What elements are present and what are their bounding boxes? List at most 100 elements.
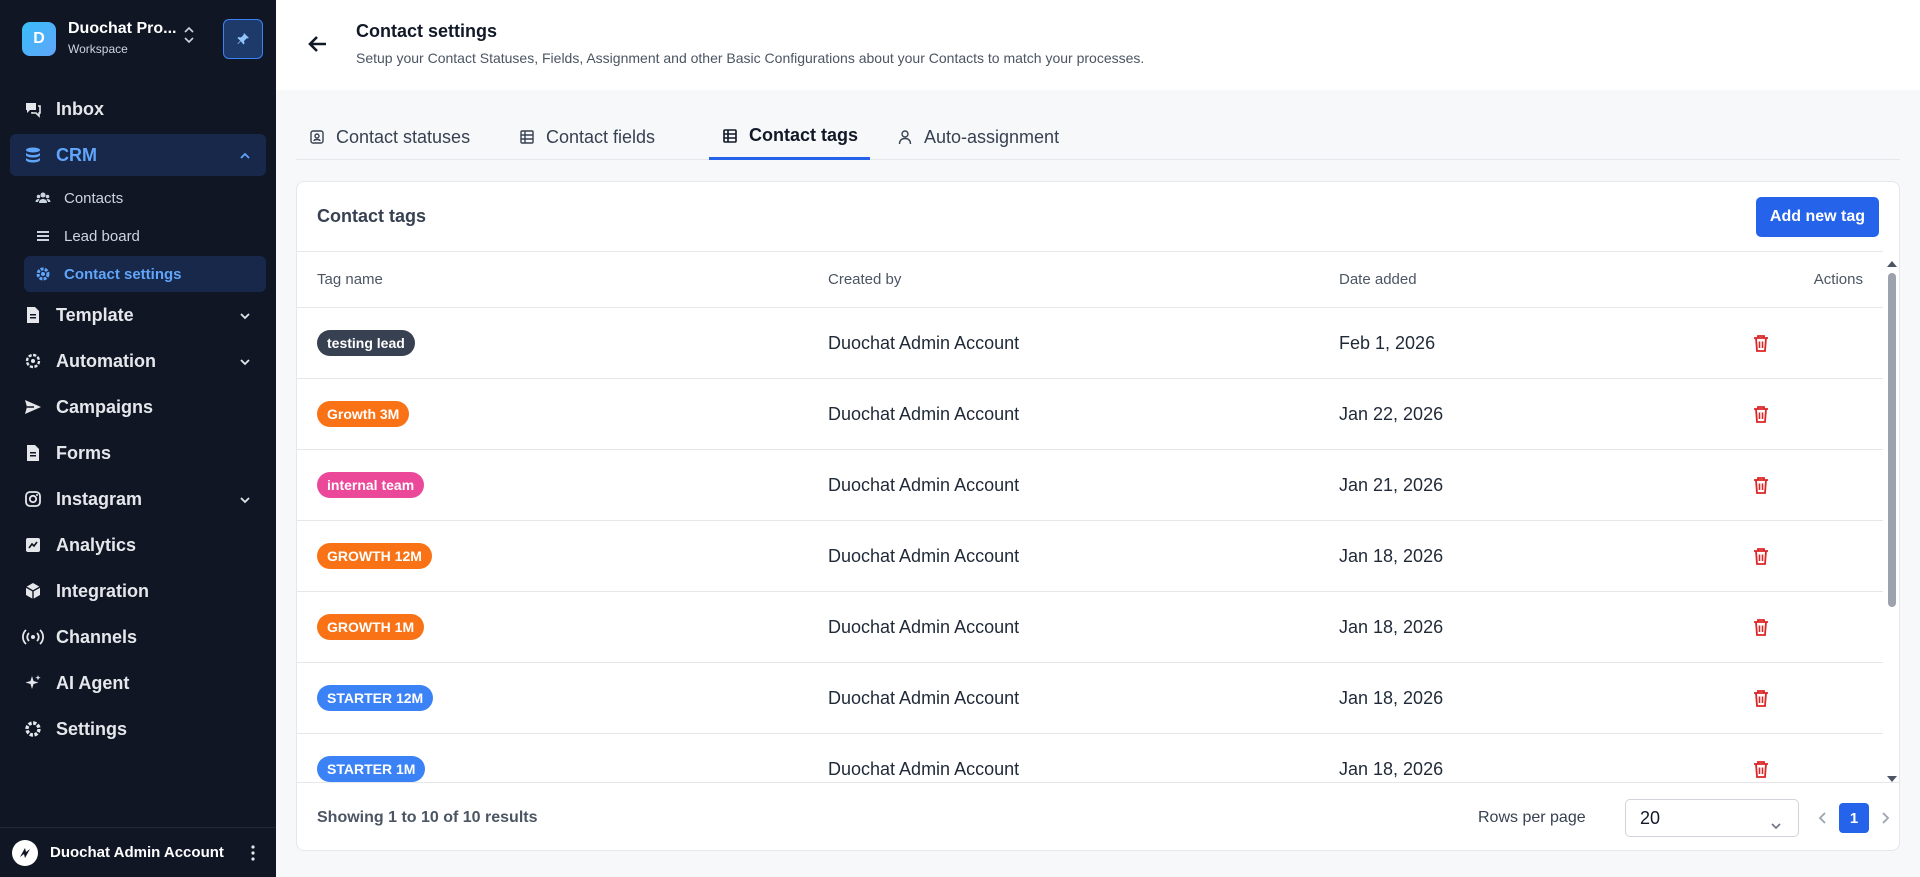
sidebar-item-crm[interactable]: CRM [10,134,266,176]
sidebar-item-inbox[interactable]: Inbox [10,88,266,130]
sidebar-item-label: Template [56,304,134,325]
gear-icon [34,265,52,283]
trash-icon [1754,690,1768,707]
table-scrollbar[interactable] [1885,251,1899,782]
next-page-chevron-icon[interactable] [1877,809,1893,827]
delete-tag-button[interactable] [1749,402,1773,426]
date-added-cell: Jan 18, 2026 [1339,687,1444,708]
actions-cell [1739,544,1883,568]
tab-auto-assignment[interactable]: Auto-assignment [884,114,1071,160]
scrollbar-thumb[interactable] [1888,273,1896,607]
add-new-tag-button[interactable]: Add new tag [1755,197,1879,237]
actions-cell [1739,331,1883,355]
sidebar-item-analytics[interactable]: Analytics [10,524,266,566]
tab-label: Contact tags [749,125,859,145]
tab-contact-fields[interactable]: Contact fields [506,114,667,160]
results-count: Showing 1 to 10 of 10 results [317,809,538,826]
delete-tag-button[interactable] [1749,757,1773,781]
sparkle-icon [22,672,44,694]
tag-cell: STARTER 1M [297,756,828,782]
tag-cell: internal team [297,472,828,498]
scroll-down-arrow-icon[interactable] [1887,770,1897,782]
user-menu[interactable]: Duochat Admin Account [0,827,276,877]
tag-badge: GROWTH 12M [317,543,432,569]
sidebar-item-label: Settings [56,718,128,739]
sidebar-item-label: CRM [56,144,97,165]
created-by-cell: Duochat Admin Account [828,758,1020,779]
users-icon [34,189,52,207]
delete-tag-button[interactable] [1749,331,1773,355]
sidebar-item-label: AI Agent [56,672,130,693]
delete-tag-button[interactable] [1749,686,1773,710]
database-icon [22,144,44,166]
sidebar-item-label: Campaigns [56,396,154,417]
delete-tag-button[interactable] [1749,473,1773,497]
send-icon [22,396,44,418]
delete-tag-button[interactable] [1749,615,1773,639]
created-by-cell: Duochat Admin Account [828,332,1020,353]
tag-cell: STARTER 12M [297,685,828,711]
table-row: STARTER 12M Duochat Admin Account Jan 18, … [297,663,1883,734]
card-title: Contact tags [317,206,427,226]
settings-tabs: Contact statuses Contact fields Contact … [296,114,1900,160]
sidebar-item-forms[interactable]: Forms [10,432,266,474]
tab-contact-tags[interactable]: Contact tags [709,114,871,160]
sidebar-item-contact-settings[interactable]: Contact settings [24,256,266,292]
tag-cell: GROWTH 1M [297,614,828,640]
chevron-up-down-icon [182,26,196,46]
sidebar-item-label: Contact settings [64,265,182,283]
sidebar-item-label: Automation [56,350,156,371]
sidebar-item-campaigns[interactable]: Campaigns [10,386,266,428]
contact-tags-card: Contact tags Add new tag Tag name Create… [296,181,1900,851]
table-row: STARTER 1M Duochat Admin Account Jan 18, 2… [297,734,1883,782]
form-icon [22,442,44,464]
tag-badge: internal team [317,472,425,498]
actions-cell [1739,473,1883,497]
pin-sidebar-button[interactable] [223,19,263,59]
page-number-current[interactable]: 1 [1839,803,1869,833]
tab-contact-statuses[interactable]: Contact statuses [296,114,482,160]
back-arrow-icon[interactable] [306,32,330,56]
sidebar-item-channels[interactable]: Channels [10,616,266,658]
sidebar-item-integration[interactable]: Integration [10,570,266,612]
avatar [12,839,38,866]
automation-gear-icon [22,350,44,372]
user-name: Duochat Admin Account [50,844,224,861]
sidebar-item-ai-agent[interactable]: AI Agent [10,662,266,704]
table-icon [721,127,739,145]
table-footer: Showing 1 to 10 of 10 results Rows per p… [297,782,1899,850]
more-vertical-icon[interactable] [250,843,256,863]
page-subtitle: Setup your Contact Statuses, Fields, Ass… [356,50,1145,66]
sidebar: D Duochat Pro... Workspace Inbox CRM Con… [0,0,276,877]
table-header: Tag name Created by Date added Actions [297,252,1883,308]
chat-icon [22,98,44,120]
table-row: internal team Duochat Admin Account Jan 21… [297,450,1883,521]
trash-icon [1754,477,1768,494]
sidebar-item-label: Channels [56,626,138,647]
scroll-up-arrow-icon[interactable] [1887,255,1897,267]
sidebar-item-settings[interactable]: Settings [10,708,266,750]
chart-icon [22,534,44,556]
delete-tag-button[interactable] [1749,544,1773,568]
sidebar-item-label: Forms [56,442,112,463]
sidebar-item-instagram[interactable]: Instagram [10,478,266,520]
sidebar-item-label: Lead board [64,227,140,245]
sidebar-item-label: Inbox [56,98,104,119]
previous-page-chevron-icon[interactable] [1815,809,1831,827]
actions-cell [1739,757,1883,781]
trash-icon [1754,619,1768,636]
date-added-cell: Jan 18, 2026 [1339,545,1444,566]
date-added-cell: Jan 18, 2026 [1339,616,1444,637]
tag-badge: STARTER 12M [317,685,434,711]
main-content: Contact settings Setup your Contact Stat… [276,0,1920,877]
chevron-up-icon [238,147,252,168]
rows-per-page-select[interactable]: 20 [1625,799,1799,837]
sidebar-item-lead-board[interactable]: Lead board [24,218,266,254]
actions-cell [1739,615,1883,639]
sidebar-item-template[interactable]: Template [10,294,266,336]
sidebar-item-automation[interactable]: Automation [10,340,266,382]
table-row: testing lead Duochat Admin Account Feb 1, … [297,308,1883,379]
rows-per-page-label: Rows per page [1478,809,1586,826]
table-row: GROWTH 12M Duochat Admin Account Jan 18, 2… [297,521,1883,592]
sidebar-item-contacts[interactable]: Contacts [24,180,266,216]
